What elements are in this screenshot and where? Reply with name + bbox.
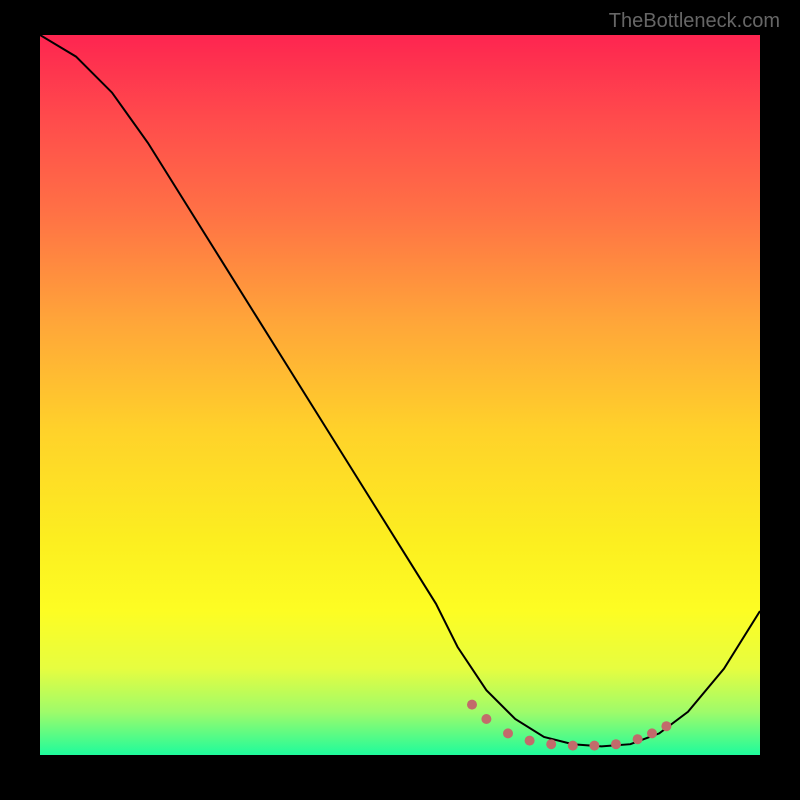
watermark-text: TheBottleneck.com <box>609 10 780 33</box>
marker-dot <box>467 700 477 710</box>
marker-dots <box>467 700 671 751</box>
marker-dot <box>568 741 578 751</box>
marker-dot <box>633 734 643 744</box>
marker-dot <box>503 728 513 738</box>
chart-curve <box>40 35 760 755</box>
marker-dot <box>481 714 491 724</box>
marker-dot <box>647 728 657 738</box>
marker-dot <box>546 739 556 749</box>
marker-dot <box>589 741 599 751</box>
marker-dot <box>611 739 621 749</box>
main-curve-path <box>40 35 760 746</box>
marker-dot <box>525 736 535 746</box>
marker-dot <box>661 721 671 731</box>
plot-area <box>40 35 760 755</box>
